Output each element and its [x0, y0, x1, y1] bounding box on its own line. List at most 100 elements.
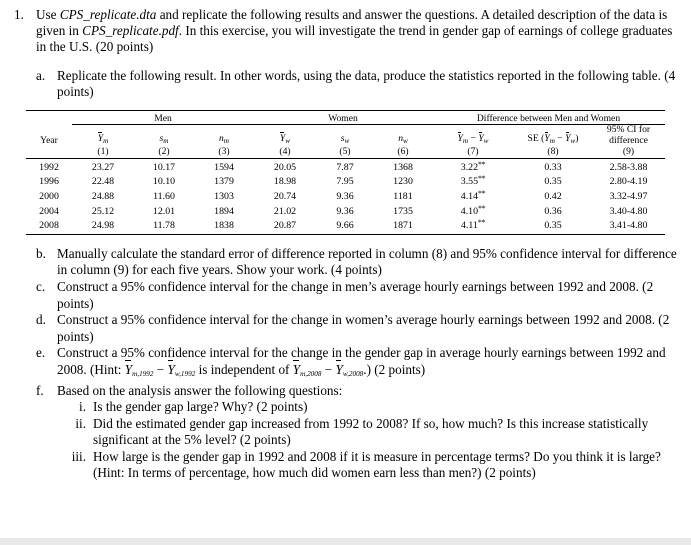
subquestion-d: d. Construct a 95% confidence interval f… [36, 312, 677, 345]
cell-s-w: 9.66 [336, 220, 354, 232]
se-suffix: ) [575, 132, 579, 144]
column-header-s-m: sm [134, 125, 194, 147]
column-header-n-w: nw [374, 125, 432, 147]
e-symbol-3: Y [292, 360, 301, 377]
cell-s-w: 7.87 [336, 161, 354, 173]
cell-ybar-m: 24.88 [91, 190, 115, 202]
subquestion-e-text: Construct a 95% confidence interval for … [57, 345, 677, 382]
cell-s-w: 9.36 [336, 205, 354, 217]
column-number-1: (1) [72, 146, 134, 159]
column-header-ybar-w: Yw [254, 125, 316, 147]
difference-value: 3.22 [460, 161, 479, 173]
cell-s-m: 10.17 [152, 161, 176, 173]
subscript-w2: w [344, 136, 350, 145]
e-subscript-1: m,1992 [132, 369, 154, 378]
roman-subitem-ii: ii. Did the estimated gender gap increas… [67, 416, 677, 449]
ci-line-1: 95% CI for [606, 124, 651, 136]
cell-ybar-m: 22.48 [91, 176, 115, 188]
column-number-8: (8) [514, 146, 592, 159]
cell-ybar-w: 20.87 [273, 220, 297, 232]
cell-n-m: 1894 [214, 205, 234, 217]
e-subscript-2: w,1992 [174, 369, 196, 378]
column-number-7: (7) [432, 146, 514, 159]
cell-ybar-m: 23.27 [91, 161, 115, 173]
document-page: 1. Use CPS_replicate.dta and replicate t… [0, 0, 691, 545]
table-row: 1992 23.27 10.17 1594 20.05 7.87 1368 3.22** 0.3… [26, 158, 665, 173]
page-bottom-strip [0, 538, 691, 545]
cell-ybar-w: 20.74 [273, 190, 297, 202]
table-body: 1992 23.27 10.17 1594 20.05 7.87 1368 3.22** 0.3… [26, 158, 665, 231]
ci-line-2: difference [609, 134, 648, 146]
subquestion-a: a. Replicate the following result. In ot… [36, 68, 677, 101]
cell-year: 2004 [39, 205, 59, 217]
e-subscript-4: w,2008 [342, 369, 364, 378]
roman-ii-text: Did the estimated gender gap increased f… [93, 415, 649, 448]
cell-confidence-interval: 2.58-3.88 [609, 161, 648, 173]
diff-minus: − [468, 132, 479, 144]
column-number-2: (2) [134, 146, 194, 159]
column-header-ci: 95% CI for difference [592, 124, 665, 147]
table-row: 2000 24.88 11.60 1303 20.74 9.36 1181 4.14** 0.4… [26, 188, 665, 203]
cell-difference: 4.10** [432, 203, 514, 218]
table-column-symbol-row: Year Ym sm nm Yw sw nw Ym − Yw SE (Ym − … [26, 124, 665, 147]
roman-i-text: Is the gender gap large? Why? (2 points) [93, 399, 308, 415]
cell-ybar-w: 20.05 [273, 161, 297, 173]
cell-n-w: 1871 [393, 220, 413, 232]
subscript-m2: m [163, 136, 169, 145]
subquestion-list: a. Replicate the following result. In ot… [0, 68, 691, 101]
column-number-4: (4) [254, 146, 316, 159]
subquestion-list-2: b. Manually calculate the standard error… [0, 246, 691, 482]
subquestion-f-text: Based on the analysis answer the followi… [57, 382, 343, 398]
column-header-ybar-m: Ym [72, 125, 134, 147]
column-header-difference: Ym − Yw [432, 125, 514, 147]
subscript-m3: m [223, 136, 229, 145]
symbol-ybar-m: Y [97, 132, 104, 144]
cell-s-w: 7.95 [336, 176, 354, 188]
significance-stars: ** [478, 203, 486, 213]
statistics-table-container: Men Women Difference between Men and Wom… [26, 101, 665, 235]
group-header-spacer [26, 113, 72, 125]
e-symbol-2: Y [167, 360, 175, 377]
significance-stars: ** [477, 218, 486, 228]
roman-subitem-list: i. Is the gender gap large? Why? (2 poin… [36, 399, 677, 482]
cell-year: 1992 [39, 161, 59, 173]
group-header-men: Men [72, 112, 254, 126]
table-group-header-row: Men Women Difference between Men and Wom… [26, 112, 665, 126]
cell-ybar-m: 24.98 [91, 220, 115, 232]
table-bottom-rule [26, 231, 665, 235]
column-number-3: (3) [194, 146, 254, 159]
table-row: 2008 24.98 11.78 1838 20.87 9.66 1871 4.11** 0.3… [26, 217, 665, 232]
cell-n-m: 1303 [214, 190, 234, 202]
difference-value: 4.10 [460, 205, 479, 217]
se-prefix: SE ( [527, 132, 545, 144]
subquestion-f-marker: f. [36, 382, 44, 398]
cell-s-m: 11.60 [153, 190, 175, 202]
cell-n-m: 1594 [214, 161, 234, 173]
difference-value: 4.11 [460, 220, 478, 232]
column-number-6: (6) [374, 146, 432, 159]
cell-difference: 4.14** [432, 188, 514, 203]
subscript-w: w [285, 136, 291, 145]
symbol-se-ybar-m: Y [544, 132, 550, 144]
e-minus-1: − [153, 361, 168, 377]
group-header-women: Women [254, 112, 432, 126]
subquestion-e: e. Construct a 95% confidence interval f… [36, 345, 677, 382]
question-1: 1. Use CPS_replicate.dta and replicate t… [0, 0, 691, 56]
e-symbol-1: Y [124, 360, 133, 377]
cell-difference: 3.55** [432, 173, 514, 188]
table-row: 2004 25.12 12.01 1894 21.02 9.36 1735 4.10** 0.3… [26, 203, 665, 218]
column-header-year: Year [40, 134, 58, 146]
cell-standard-error: 0.42 [544, 190, 562, 202]
symbol-diff-ybar-w: Y [478, 132, 484, 144]
cell-ybar-m: 25.12 [91, 205, 115, 217]
column-number-5: (5) [316, 146, 374, 159]
cell-s-m: 12.01 [152, 205, 176, 217]
e-minus-2: − [321, 361, 336, 377]
table-row: 1996 22.48 10.10 1379 18.98 7.95 1230 3.55** 0.3… [26, 173, 665, 188]
roman-iii-marker: iii. [71, 448, 86, 464]
subquestion-c: c. Construct a 95% confidence interval f… [36, 279, 677, 312]
column-number-9: (9) [592, 146, 665, 159]
subquestion-a-text: Replicate the following result. In other… [57, 67, 676, 100]
cell-confidence-interval: 3.41-4.80 [609, 220, 648, 232]
file-name-dta: CPS_replicate.dta [59, 7, 157, 22]
